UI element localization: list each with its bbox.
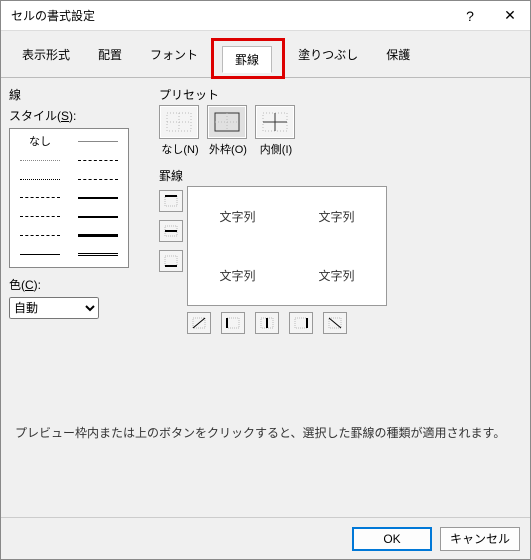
line-style-label: スタイル(S): bbox=[9, 107, 149, 124]
close-button[interactable]: ✕ bbox=[490, 1, 530, 31]
tab-align[interactable]: 配置 bbox=[85, 41, 135, 77]
line-color-select[interactable]: 自動 bbox=[9, 297, 149, 319]
help-button[interactable]: ? bbox=[450, 1, 490, 31]
line-style-1[interactable] bbox=[72, 133, 124, 150]
line-style-2[interactable] bbox=[14, 152, 66, 169]
preset-none-icon bbox=[165, 111, 193, 133]
border-diag-up-button[interactable] bbox=[187, 312, 211, 334]
preset-label: プリセット bbox=[159, 86, 522, 103]
border-right-button[interactable] bbox=[289, 312, 313, 334]
preset-inside[interactable]: 内側(I) bbox=[255, 105, 297, 157]
cancel-button[interactable]: キャンセル bbox=[440, 527, 520, 551]
tab-font[interactable]: フォント bbox=[137, 41, 211, 77]
preset-inside-label: 内側(I) bbox=[255, 141, 297, 157]
tab-border[interactable]: 罫線 bbox=[222, 46, 272, 73]
border-hmiddle-button[interactable] bbox=[159, 220, 183, 242]
line-style-5[interactable] bbox=[72, 171, 124, 188]
line-style-3[interactable] bbox=[72, 152, 124, 169]
border-left-button[interactable] bbox=[221, 312, 245, 334]
dialog-window: セルの書式設定 ? ✕ 表示形式 配置 フォント 罫線 塗りつぶし 保護 線 ス… bbox=[0, 0, 531, 560]
preview-cell-2: 文字列 bbox=[287, 187, 386, 246]
preset-group: プリセット なし(N) 外枠(O) 内側(I) bbox=[159, 86, 522, 157]
border-group: 罫線 文字列 文字列 文字列 文字列 bbox=[159, 167, 522, 334]
dialog-title: セルの書式設定 bbox=[11, 7, 450, 24]
border-top-icon bbox=[163, 194, 179, 208]
line-style-list[interactable]: なし bbox=[9, 128, 129, 268]
line-style-13[interactable] bbox=[72, 246, 124, 263]
line-style-12[interactable] bbox=[14, 246, 66, 263]
preview-cell-1: 文字列 bbox=[188, 187, 287, 246]
preset-none-label: なし(N) bbox=[159, 141, 201, 157]
border-vmiddle-button[interactable] bbox=[255, 312, 279, 334]
close-icon: ✕ bbox=[504, 7, 516, 24]
tab-bar: 表示形式 配置 フォント 罫線 塗りつぶし 保護 bbox=[1, 35, 530, 78]
border-right-icon bbox=[293, 316, 309, 330]
tab-display[interactable]: 表示形式 bbox=[9, 41, 83, 77]
preset-outline-icon bbox=[213, 111, 241, 133]
tab-content: 線 スタイル(S): なし 色(C): 自動 bbox=[1, 78, 530, 418]
line-style-none[interactable]: なし bbox=[14, 133, 66, 150]
line-panel: 線 スタイル(S): なし 色(C): 自動 bbox=[9, 86, 149, 410]
border-left-icon bbox=[225, 316, 241, 330]
tab-fill[interactable]: 塗りつぶし bbox=[285, 41, 371, 77]
preset-none[interactable]: なし(N) bbox=[159, 105, 201, 157]
line-style-6[interactable] bbox=[14, 190, 66, 207]
border-hmiddle-icon bbox=[163, 224, 179, 238]
line-style-11[interactable] bbox=[72, 227, 124, 244]
border-side-left-buttons bbox=[159, 190, 183, 306]
border-preview[interactable]: 文字列 文字列 文字列 文字列 bbox=[187, 186, 387, 306]
dialog-footer: OK キャンセル bbox=[1, 517, 530, 559]
preview-cell-3: 文字列 bbox=[188, 246, 287, 305]
titlebar: セルの書式設定 ? ✕ bbox=[1, 1, 530, 31]
line-color-dropdown[interactable]: 自動 bbox=[9, 297, 99, 319]
line-style-4[interactable] bbox=[14, 171, 66, 188]
line-group-label: 線 bbox=[9, 86, 149, 103]
tab-border-highlight: 罫線 bbox=[211, 38, 285, 79]
line-style-10[interactable] bbox=[14, 227, 66, 244]
border-bottom-button[interactable] bbox=[159, 250, 183, 272]
preview-cell-4: 文字列 bbox=[287, 246, 386, 305]
border-diag-down-button[interactable] bbox=[323, 312, 347, 334]
preset-outline[interactable]: 外枠(O) bbox=[207, 105, 249, 157]
border-vmiddle-icon bbox=[259, 316, 275, 330]
border-label: 罫線 bbox=[159, 167, 522, 184]
border-bottom-buttons bbox=[187, 312, 522, 334]
hint-text: プレビュー枠内または上のボタンをクリックすると、選択した罫線の種類が適用されます… bbox=[1, 418, 530, 447]
border-top-button[interactable] bbox=[159, 190, 183, 212]
tab-protect[interactable]: 保護 bbox=[373, 41, 423, 77]
border-bottom-icon bbox=[163, 254, 179, 268]
line-style-7[interactable] bbox=[72, 190, 124, 207]
preset-inside-icon bbox=[261, 111, 289, 133]
line-style-8[interactable] bbox=[14, 208, 66, 225]
help-icon: ? bbox=[466, 8, 474, 24]
border-diag-up-icon bbox=[191, 316, 207, 330]
preset-outline-label: 外枠(O) bbox=[207, 141, 249, 157]
line-style-9[interactable] bbox=[72, 208, 124, 225]
border-diag-down-icon bbox=[327, 316, 343, 330]
right-panel: プリセット なし(N) 外枠(O) 内側(I) bbox=[159, 86, 522, 410]
ok-button[interactable]: OK bbox=[352, 527, 432, 551]
line-color-label: 色(C): bbox=[9, 276, 149, 293]
